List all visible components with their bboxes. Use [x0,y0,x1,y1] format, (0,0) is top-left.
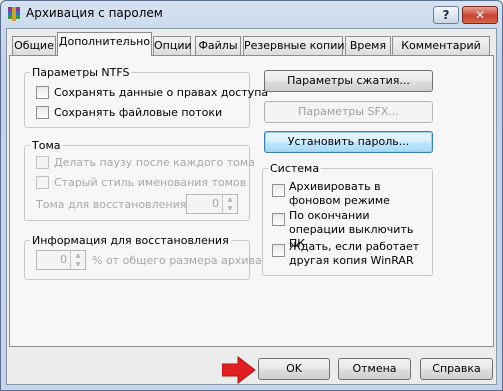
tab-general[interactable]: Общие [12,36,56,55]
wait-other-copy-checkbox[interactable] [272,244,285,257]
save-streams-checkbox[interactable] [36,106,49,119]
background-archive-label[interactable]: Архивировать в фоновом режиме [289,180,429,208]
recovery-percent-suffix: % от общего размера архива [92,254,262,267]
background-archive-checkbox[interactable] [272,184,285,197]
title-bar[interactable]: Архивация с паролем ? ✕ [0,0,503,28]
pause-volume-checkbox[interactable] [36,156,49,169]
compression-settings-button[interactable]: Параметры сжатия... [264,70,433,92]
cancel-button[interactable]: Отмена [338,358,411,380]
set-password-button[interactable]: Установить пароль... [264,131,433,153]
tab-advanced[interactable]: Дополнительно [57,32,152,56]
shutdown-pc-checkbox[interactable] [272,213,285,226]
ntfs-group [24,72,250,128]
title-help-button[interactable]: ? [433,6,459,24]
ok-button[interactable]: OK [258,358,330,380]
recovery-percent-spinner[interactable]: 0 ▲ ▼ [36,250,86,270]
spinner-arrows-icon[interactable]: ▲ ▼ [222,195,237,213]
tab-backup[interactable]: Резервные копии [243,36,345,55]
recovery-info-title: Информация для восстановления [30,234,231,247]
close-button[interactable]: ✕ [462,6,498,24]
recovery-volumes-value: 0 [212,197,219,210]
sfx-settings-button[interactable]: Параметры SFX... [264,101,433,123]
spinner-arrows-icon[interactable]: ▲ ▼ [70,251,85,269]
recovery-volumes-label: Тома для восстановления: [36,198,191,211]
pause-volume-label[interactable]: Делать паузу после каждого тома [54,156,255,169]
red-pointer-arrow-icon [221,355,256,387]
tab-time[interactable]: Время [345,36,391,55]
system-group-title: Система [268,162,322,175]
old-naming-checkbox[interactable] [36,176,49,189]
save-security-checkbox[interactable] [36,86,49,99]
recovery-percent-value: 0 [60,253,67,266]
ntfs-group-title: Параметры NTFS [30,66,132,79]
tab-comment[interactable]: Комментарий [392,36,490,55]
tab-options[interactable]: Опции [153,36,192,55]
window-title: Архивация с паролем [26,6,163,20]
save-security-label[interactable]: Сохранять данные о правах доступа [54,86,268,99]
save-streams-label[interactable]: Сохранять файловые потоки [54,106,222,119]
winrar-app-icon [6,6,22,22]
help-button[interactable]: Справка [420,358,493,380]
old-naming-label[interactable]: Старый стиль именования томов [54,176,246,189]
recovery-volumes-spinner[interactable]: 0 ▲ ▼ [186,194,238,214]
tab-files[interactable]: Файлы [195,36,241,55]
wait-other-copy-label[interactable]: Ждать, если работает другая копия WinRAR [289,240,429,268]
volumes-group-title: Тома [30,139,63,152]
